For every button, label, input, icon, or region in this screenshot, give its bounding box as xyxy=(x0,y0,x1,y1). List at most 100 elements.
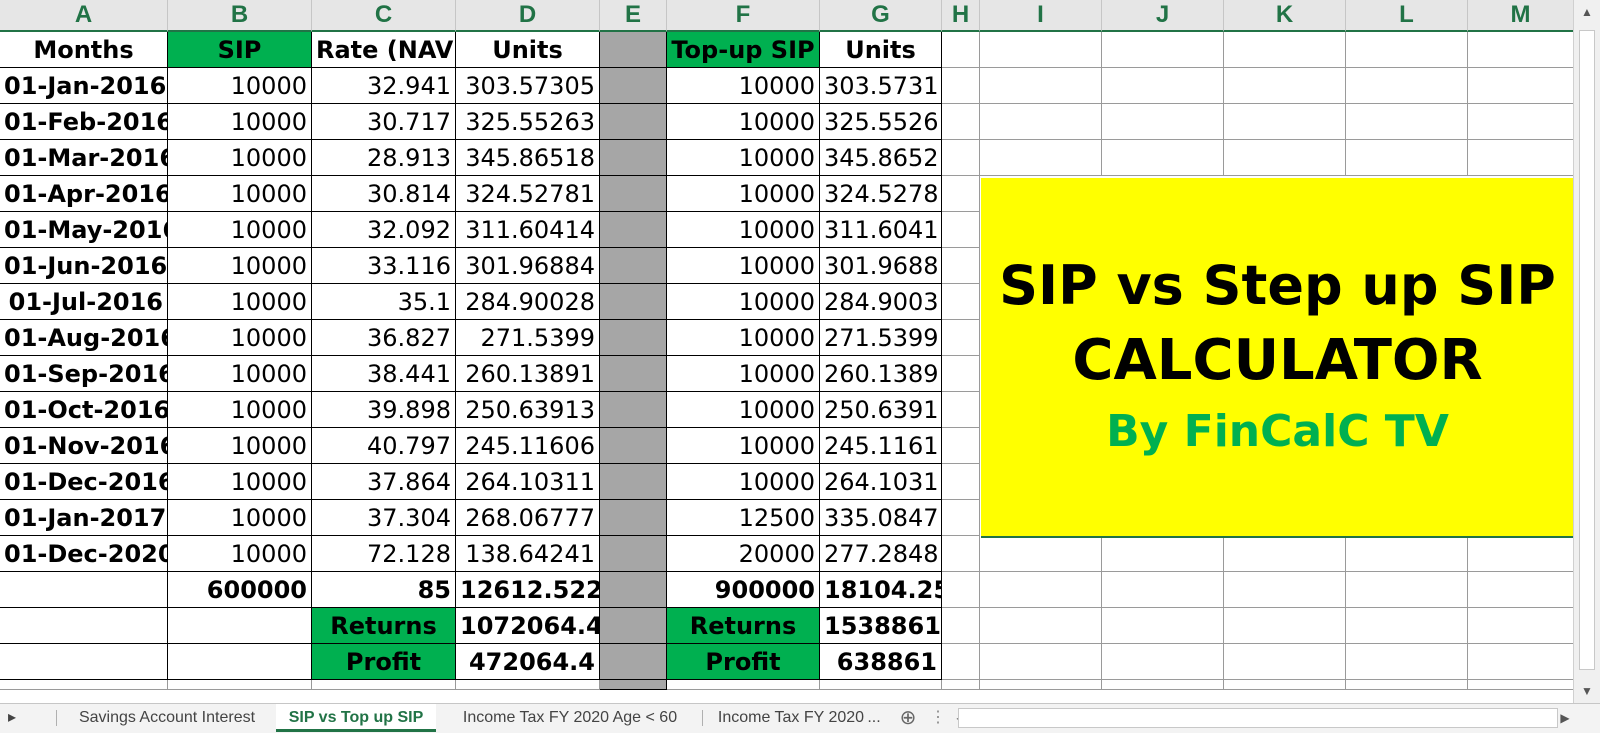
scroll-thumb[interactable] xyxy=(1579,30,1595,670)
returns-top-up-value[interactable]: 1538861 xyxy=(820,608,942,644)
empty-cell[interactable] xyxy=(168,644,312,680)
column-header-d[interactable]: D xyxy=(456,0,600,32)
top-up-amount-cell[interactable]: 10000 xyxy=(667,464,820,500)
tab-income-tax-fy-2020[interactable]: Income Tax FY 2020 xyxy=(716,704,866,732)
sip-amount-cell[interactable]: 10000 xyxy=(168,212,312,248)
units-cell[interactable]: 260.13891 xyxy=(456,356,600,392)
empty-cell[interactable] xyxy=(1224,68,1346,104)
empty-cell[interactable] xyxy=(942,248,980,284)
tab-sip-vs-top-up-sip[interactable]: SIP vs Top up SIP xyxy=(276,704,436,732)
sip-amount-cell[interactable]: 10000 xyxy=(168,392,312,428)
empty-cell[interactable] xyxy=(1224,32,1346,68)
empty-cell[interactable] xyxy=(980,68,1102,104)
units-cell[interactable]: 268.06777 xyxy=(456,500,600,536)
month-cell[interactable]: 01-Aug-2016 xyxy=(0,320,168,356)
empty-cell[interactable] xyxy=(1102,140,1224,176)
top-up-amount-cell[interactable]: 10000 xyxy=(667,320,820,356)
empty-cell[interactable] xyxy=(0,572,168,608)
nav-rate-cell[interactable]: 33.116 xyxy=(312,248,456,284)
grey-separator-cell[interactable] xyxy=(600,428,667,464)
returns-top-up-label[interactable]: Returns xyxy=(667,608,820,644)
returns-sip-value[interactable]: 1072064.4 xyxy=(456,608,600,644)
plus-circle-icon[interactable]: ⊕ xyxy=(896,704,920,732)
empty-cell[interactable] xyxy=(1102,608,1224,644)
month-cell[interactable]: 01-Mar-2016 xyxy=(0,140,168,176)
top-up-amount-cell[interactable]: 10000 xyxy=(667,284,820,320)
total-top-up-cell[interactable]: 900000 xyxy=(667,572,820,608)
sip-amount-cell[interactable]: 10000 xyxy=(168,536,312,572)
empty-cell[interactable] xyxy=(1102,68,1224,104)
empty-cell[interactable] xyxy=(1346,140,1468,176)
sip-amount-cell[interactable]: 10000 xyxy=(168,428,312,464)
vertical-scrollbar[interactable]: ▲ ▼ xyxy=(1573,0,1600,703)
nav-rate-cell[interactable]: 37.864 xyxy=(312,464,456,500)
grey-separator-cell[interactable] xyxy=(600,176,667,212)
column-header-j[interactable]: J xyxy=(1102,0,1224,32)
total-sip-cell[interactable]: 600000 xyxy=(168,572,312,608)
top-up-amount-cell[interactable]: 10000 xyxy=(667,212,820,248)
sip-amount-cell[interactable]: 10000 xyxy=(168,248,312,284)
column-header-k[interactable]: K xyxy=(1224,0,1346,32)
column-header-f[interactable]: F xyxy=(667,0,820,32)
empty-cell[interactable] xyxy=(1468,140,1574,176)
nav-rate-cell[interactable]: 39.898 xyxy=(312,392,456,428)
empty-cell[interactable] xyxy=(980,140,1102,176)
units-cell[interactable]: 303.57305 xyxy=(456,68,600,104)
empty-cell[interactable] xyxy=(456,680,600,690)
nav-rate-cell[interactable]: 72.128 xyxy=(312,536,456,572)
grey-separator-cell[interactable] xyxy=(600,212,667,248)
grey-separator-cell[interactable] xyxy=(600,104,667,140)
horizontal-scrollbar[interactable] xyxy=(958,708,1558,728)
profit-top-up-value[interactable]: 638861 xyxy=(820,644,942,680)
scroll-right-icon[interactable]: ▶ xyxy=(1558,704,1572,732)
month-cell[interactable]: 01-Sep-2016 xyxy=(0,356,168,392)
units-cell[interactable]: 284.90028 xyxy=(456,284,600,320)
empty-cell[interactable] xyxy=(1102,32,1224,68)
column-header-a[interactable]: A xyxy=(0,0,168,32)
empty-cell[interactable] xyxy=(1102,536,1224,572)
empty-cell[interactable] xyxy=(1102,680,1224,690)
units-cell[interactable]: 250.63913 xyxy=(456,392,600,428)
empty-cell[interactable] xyxy=(0,680,168,690)
top-up-amount-cell[interactable]: 10000 xyxy=(667,68,820,104)
grey-separator-cell[interactable] xyxy=(600,140,667,176)
column-header-i[interactable]: I xyxy=(980,0,1102,32)
grey-separator-cell[interactable] xyxy=(600,464,667,500)
top-up-amount-cell[interactable]: 10000 xyxy=(667,248,820,284)
header-units[interactable]: Units xyxy=(456,32,600,68)
grey-separator-cell[interactable] xyxy=(600,68,667,104)
empty-cell[interactable] xyxy=(942,356,980,392)
header-months[interactable]: Months xyxy=(0,32,168,68)
units-cell[interactable]: 245.11606 xyxy=(456,428,600,464)
header-sip[interactable]: SIP xyxy=(168,32,312,68)
month-cell[interactable]: 01-Feb-2016 xyxy=(0,104,168,140)
tab-savings-account-interest[interactable]: Savings Account Interest xyxy=(58,704,276,732)
units-cell[interactable]: 311.60414 xyxy=(456,212,600,248)
grey-separator-cell[interactable] xyxy=(600,284,667,320)
empty-cell[interactable] xyxy=(1102,644,1224,680)
tab-overflow-ellipsis[interactable]: ... xyxy=(866,704,882,732)
nav-rate-cell[interactable]: 32.092 xyxy=(312,212,456,248)
empty-cell[interactable] xyxy=(942,284,980,320)
top-up-units-cell[interactable]: 345.8652 xyxy=(820,140,942,176)
empty-cell[interactable] xyxy=(1102,104,1224,140)
nav-rate-cell[interactable]: 38.441 xyxy=(312,356,456,392)
top-up-amount-cell[interactable]: 10000 xyxy=(667,140,820,176)
empty-cell[interactable] xyxy=(1468,680,1574,690)
empty-cell[interactable] xyxy=(1224,680,1346,690)
top-up-units-cell[interactable]: 325.5526 xyxy=(820,104,942,140)
column-header-e[interactable]: E xyxy=(600,0,667,32)
column-header-b[interactable]: B xyxy=(168,0,312,32)
empty-cell[interactable] xyxy=(1224,572,1346,608)
month-cell[interactable]: 01-Dec-2020 xyxy=(0,536,168,572)
empty-cell[interactable] xyxy=(942,464,980,500)
top-up-units-cell[interactable]: 271.5399 xyxy=(820,320,942,356)
month-cell[interactable]: 01-May-2016 xyxy=(0,212,168,248)
profit-top-up-label[interactable]: Profit xyxy=(667,644,820,680)
top-up-units-cell[interactable]: 264.1031 xyxy=(820,464,942,500)
month-cell[interactable]: 01-Nov-2016 xyxy=(0,428,168,464)
month-cell[interactable]: 01-Dec-2016 xyxy=(0,464,168,500)
nav-rate-cell[interactable]: 32.941 xyxy=(312,68,456,104)
empty-cell[interactable] xyxy=(1102,572,1224,608)
sip-amount-cell[interactable]: 10000 xyxy=(168,140,312,176)
